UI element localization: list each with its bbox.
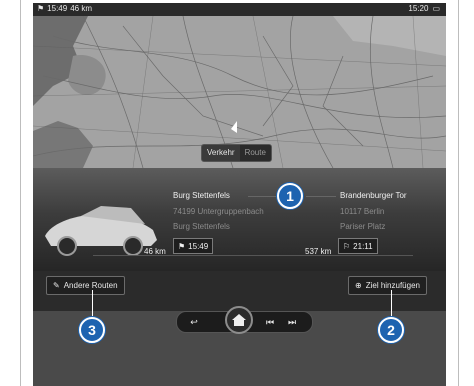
page-rule-right [458, 0, 459, 386]
home-icon [232, 314, 246, 326]
start-flag-icon: ⚑ [178, 241, 186, 251]
navigation-map[interactable]: Verkehr Route [33, 16, 446, 168]
callout-2-leader [391, 290, 392, 318]
battery-icon: ▭ [432, 4, 440, 13]
route-baseline [93, 255, 413, 256]
destination-line2: 10117 Berlin [340, 207, 385, 216]
callout-3-leader [92, 290, 93, 318]
page-rule-left [20, 0, 21, 386]
plus-icon: ⊕ [355, 281, 362, 290]
departure-box: ⚑ 15:49 [173, 238, 214, 254]
destination-line3: Pariser Platz [340, 222, 386, 231]
route-overview-panel: Burg Stettenfels 74199 Untergruppenbach … [33, 168, 446, 271]
arrival-box: ⚐ 21:11 [338, 238, 378, 254]
arrival-time: 21:11 [353, 241, 373, 251]
origin-line3: Burg Stettenfels [173, 222, 230, 231]
add-destination-button[interactable]: ⊕ Ziel hinzufügen [348, 276, 427, 295]
manual-figure: ⚑ 15:49 46 km 15:20 ▭ Verkehr Route Burg… [0, 0, 474, 386]
add-destination-label: Ziel hinzufügen [365, 281, 420, 290]
origin-line2: 74199 Untergruppenbach [173, 207, 264, 216]
route-connector-left [248, 196, 278, 197]
finish-flag-icon: ⚐ [343, 241, 351, 251]
next-icon[interactable]: ⏭ [285, 315, 299, 329]
previous-icon[interactable]: ⏮ [263, 315, 277, 329]
other-routes-button[interactable]: ✎ Andere Routen [46, 276, 125, 295]
head-unit-screen: ⚑ 15:49 46 km 15:20 ▭ Verkehr Route Burg… [33, 3, 446, 386]
car-icon [45, 206, 157, 256]
route-pin-icon: ✎ [53, 281, 60, 290]
map-layer-toggle[interactable]: Verkehr Route [201, 144, 272, 162]
origin-name: Burg Stettenfels [173, 191, 230, 200]
departure-time: 15:49 [188, 241, 209, 251]
remaining-distance: 537 km [305, 247, 332, 256]
callout-2: 2 [378, 317, 404, 343]
status-bar: ⚑ 15:49 46 km 15:20 ▭ [33, 3, 446, 16]
back-icon[interactable]: ↩ [187, 315, 201, 329]
flag-icon: ⚑ [37, 4, 45, 13]
toggle-traffic[interactable]: Verkehr [202, 145, 240, 161]
callout-3: 3 [79, 317, 105, 343]
other-routes-label: Andere Routen [63, 281, 118, 290]
route-connector-right [306, 196, 336, 197]
toggle-route[interactable]: Route [239, 145, 271, 161]
status-distance: 46 km [70, 4, 92, 13]
home-button[interactable] [225, 306, 253, 334]
status-time-right: 15:20 [408, 4, 429, 13]
destination-name: Brandenburger Tor [340, 191, 407, 200]
driven-distance: 46 km [144, 247, 166, 256]
callout-1: 1 [277, 183, 303, 209]
status-time-left: 15:49 [47, 4, 68, 13]
